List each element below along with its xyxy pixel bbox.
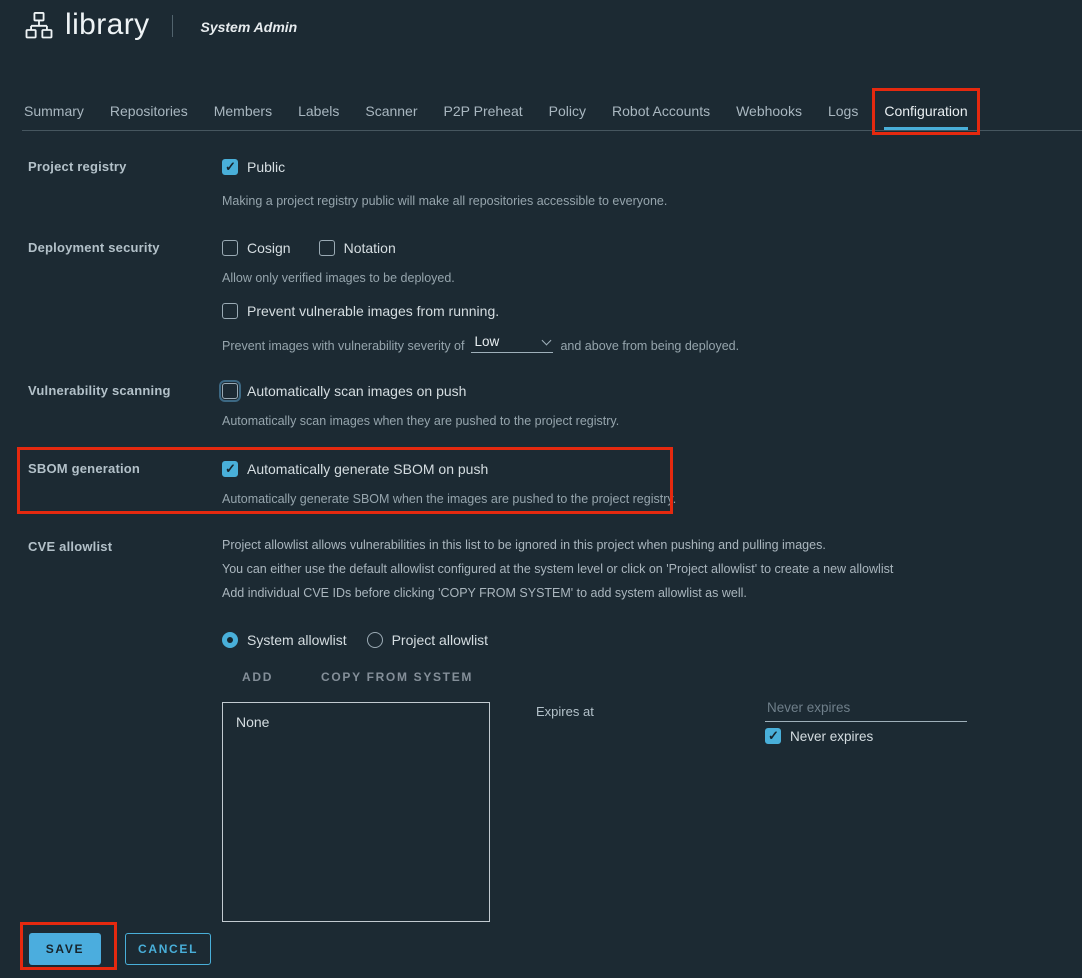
tab-members[interactable]: Members [214, 96, 272, 130]
cve-allowlist-label: CVE allowlist [28, 539, 214, 554]
tab-policy[interactable]: Policy [549, 96, 586, 130]
prevent-vulnerable-checkbox-row: Prevent vulnerable images from running. [222, 302, 1062, 320]
auto-scan-checkbox-row: Automatically scan images on push [222, 382, 1062, 400]
cosign-checkbox-label: Cosign [247, 240, 291, 256]
never-expires-checkbox-row: Never expires [765, 727, 873, 745]
public-checkbox[interactable] [222, 159, 238, 175]
auto-sbom-help: Automatically generate SBOM when the ima… [222, 492, 1062, 507]
tab-configuration[interactable]: Configuration [884, 96, 967, 130]
tab-webhooks[interactable]: Webhooks [736, 96, 802, 130]
tabs-underline-rule [22, 130, 1082, 131]
severity-help-line: Prevent images with vulnerability severi… [222, 334, 1062, 353]
prevent-vulnerable-checkbox-label: Prevent vulnerable images from running. [247, 303, 499, 319]
public-checkbox-label: Public [247, 159, 285, 175]
cve-help-line-1: Project allowlist allows vulnerabilities… [222, 538, 1062, 553]
never-expires-checkbox-label: Never expires [790, 729, 873, 744]
notation-checkbox[interactable] [319, 240, 335, 256]
tab-robot-accounts[interactable]: Robot Accounts [612, 96, 710, 130]
public-checkbox-row: Public [222, 158, 1062, 176]
save-button[interactable]: SAVE [29, 933, 101, 965]
severity-prefix-text: Prevent images with vulnerability severi… [222, 339, 464, 353]
project-registry-help: Making a project registry public will ma… [222, 194, 1062, 209]
cve-list-content: None [236, 714, 269, 730]
organization-icon [24, 10, 54, 40]
prevent-vulnerable-checkbox[interactable] [222, 303, 238, 319]
verified-images-help: Allow only verified images to be deploye… [222, 271, 1062, 286]
cve-help-line-3: Add individual CVE IDs before clicking '… [222, 586, 1062, 601]
form-actions: SAVE CANCEL [29, 933, 211, 965]
tab-p2p-preheat[interactable]: P2P Preheat [444, 96, 523, 130]
auto-scan-checkbox[interactable] [222, 383, 238, 399]
copy-from-system-button[interactable]: COPY FROM SYSTEM [321, 670, 473, 684]
never-expires-checkbox[interactable] [765, 728, 781, 744]
severity-select[interactable]: Low [471, 334, 553, 353]
tab-logs[interactable]: Logs [828, 96, 858, 130]
role-badge: System Admin [200, 19, 297, 35]
cosign-checkbox[interactable] [222, 240, 238, 256]
deployment-security-label: Deployment security [28, 240, 214, 255]
allowlist-radio-group: System allowlist Project allowlist [222, 631, 1062, 649]
tab-repositories[interactable]: Repositories [110, 96, 188, 130]
system-allowlist-radio-label: System allowlist [247, 632, 347, 648]
tab-scanner[interactable]: Scanner [365, 96, 417, 130]
project-allowlist-radio-label: Project allowlist [392, 632, 488, 648]
cancel-button[interactable]: CANCEL [125, 933, 211, 965]
header-divider [172, 15, 173, 37]
auto-sbom-checkbox[interactable] [222, 461, 238, 477]
auto-sbom-checkbox-label: Automatically generate SBOM on push [247, 461, 488, 477]
auto-scan-checkbox-label: Automatically scan images on push [247, 383, 466, 399]
severity-selected-value: Low [474, 334, 499, 349]
severity-suffix-text: and above from being deployed. [560, 339, 739, 353]
tab-labels[interactable]: Labels [298, 96, 339, 130]
allowlist-toolbar: ADD COPY FROM SYSTEM [242, 670, 1062, 684]
project-configuration-page: library System Admin Summary Repositorie… [0, 0, 1082, 978]
sbom-generation-label: SBOM generation [28, 461, 214, 476]
vulnerability-scanning-label: Vulnerability scanning [28, 383, 214, 398]
auto-sbom-checkbox-row: Automatically generate SBOM on push [222, 460, 1062, 478]
expires-at-label: Expires at [536, 704, 594, 719]
cve-help-line-2: You can either use the default allowlist… [222, 562, 1062, 577]
tab-summary[interactable]: Summary [24, 96, 84, 130]
expires-at-input[interactable] [765, 698, 967, 722]
notation-checkbox-label: Notation [344, 240, 396, 256]
page-title: library [65, 8, 149, 42]
tab-bar: Summary Repositories Members Labels Scan… [24, 96, 994, 130]
page-header: library System Admin [0, 0, 1082, 50]
system-allowlist-radio[interactable] [222, 632, 238, 648]
chevron-down-icon [542, 335, 552, 345]
auto-scan-help: Automatically scan images when they are … [222, 414, 1062, 429]
project-allowlist-radio[interactable] [367, 632, 383, 648]
add-cve-button[interactable]: ADD [242, 670, 273, 684]
cve-list-box[interactable]: None [222, 702, 490, 922]
notation-checkbox-row: Notation [319, 239, 396, 257]
project-registry-label: Project registry [28, 159, 214, 174]
cosign-checkbox-row: Cosign [222, 239, 291, 257]
